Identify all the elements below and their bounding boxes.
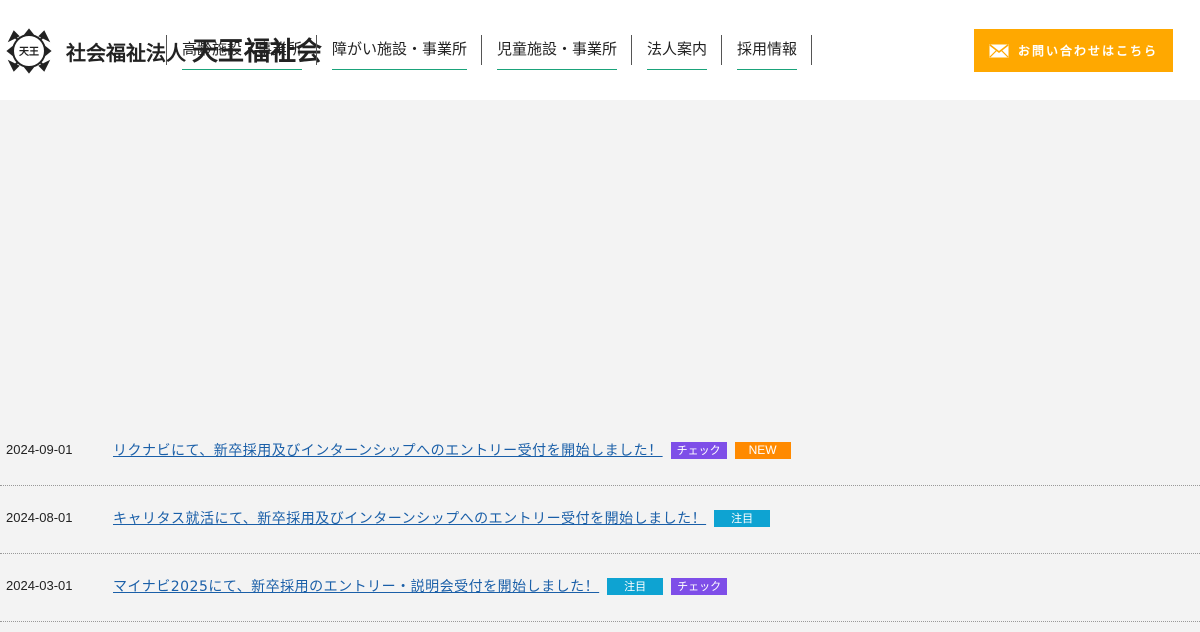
news-item: 2024-09-01 リクナビにて、新卒採用及びインターンシップへのエントリー受… [0,418,1200,486]
nav-separator [631,35,632,65]
logo-corp-type: 社会福祉法人 [66,41,186,65]
logo-mark-text: 天王 [19,46,39,58]
tag-check-badge: チェック [670,441,727,459]
nav-separator [481,35,482,65]
site-header: 天王 社会福祉法人 天王福祉会 高齢施設・事業所 障がい施設・事業所 児童施設・事… [0,0,1200,100]
news-item: 2024-08-01 キャリタス就活にて、新卒採用及びインターンシップへのエント… [0,486,1200,554]
news-date: 2024-03-01 [6,578,73,593]
tag-attention-badge: 注目 [607,577,664,595]
nav-separator [316,35,317,65]
mail-icon [989,43,1009,57]
nav-elderly-facilities[interactable]: 高齢施設・事業所 [182,34,302,70]
news-title-link[interactable]: リクナビにて、新卒採用及びインターンシップへのエントリー受付を開始しました！ [113,440,663,460]
contact-button[interactable]: お問い合わせはこちら [974,29,1173,72]
nav-child-facilities[interactable]: 児童施設・事業所 [497,34,617,70]
nav-corporation-info[interactable]: 法人案内 [647,34,707,70]
news-date: 2024-08-01 [6,510,73,525]
tag-check-badge: チェック [671,577,728,595]
news-date: 2024-09-01 [6,442,73,457]
tag-new-badge: NEW [734,441,791,459]
tag-attention-badge: 注目 [714,509,771,527]
contact-button-label: お問い合わせはこちら [1017,44,1158,58]
nav-separator [166,35,167,65]
nav-disability-facilities[interactable]: 障がい施設・事業所 [332,34,467,70]
nav-recruitment[interactable]: 採用情報 [737,34,797,70]
news-title-link[interactable]: マイナビ2025にて、新卒採用のエントリー・説明会受付を開始しました！ [113,576,599,596]
nav-separator [721,35,722,65]
news-item: 2024-03-01 マイナビ2025にて、新卒採用のエントリー・説明会受付を開… [0,554,1200,622]
news-title-link[interactable]: キャリタス就活にて、新卒採用及びインターンシップへのエントリー受付を開始しました… [113,508,706,528]
news-list: 2024-09-01 リクナビにて、新卒採用及びインターンシップへのエントリー受… [0,418,1200,622]
logo-emblem-icon[interactable]: 天王 [6,28,52,74]
nav-separator [811,35,812,65]
